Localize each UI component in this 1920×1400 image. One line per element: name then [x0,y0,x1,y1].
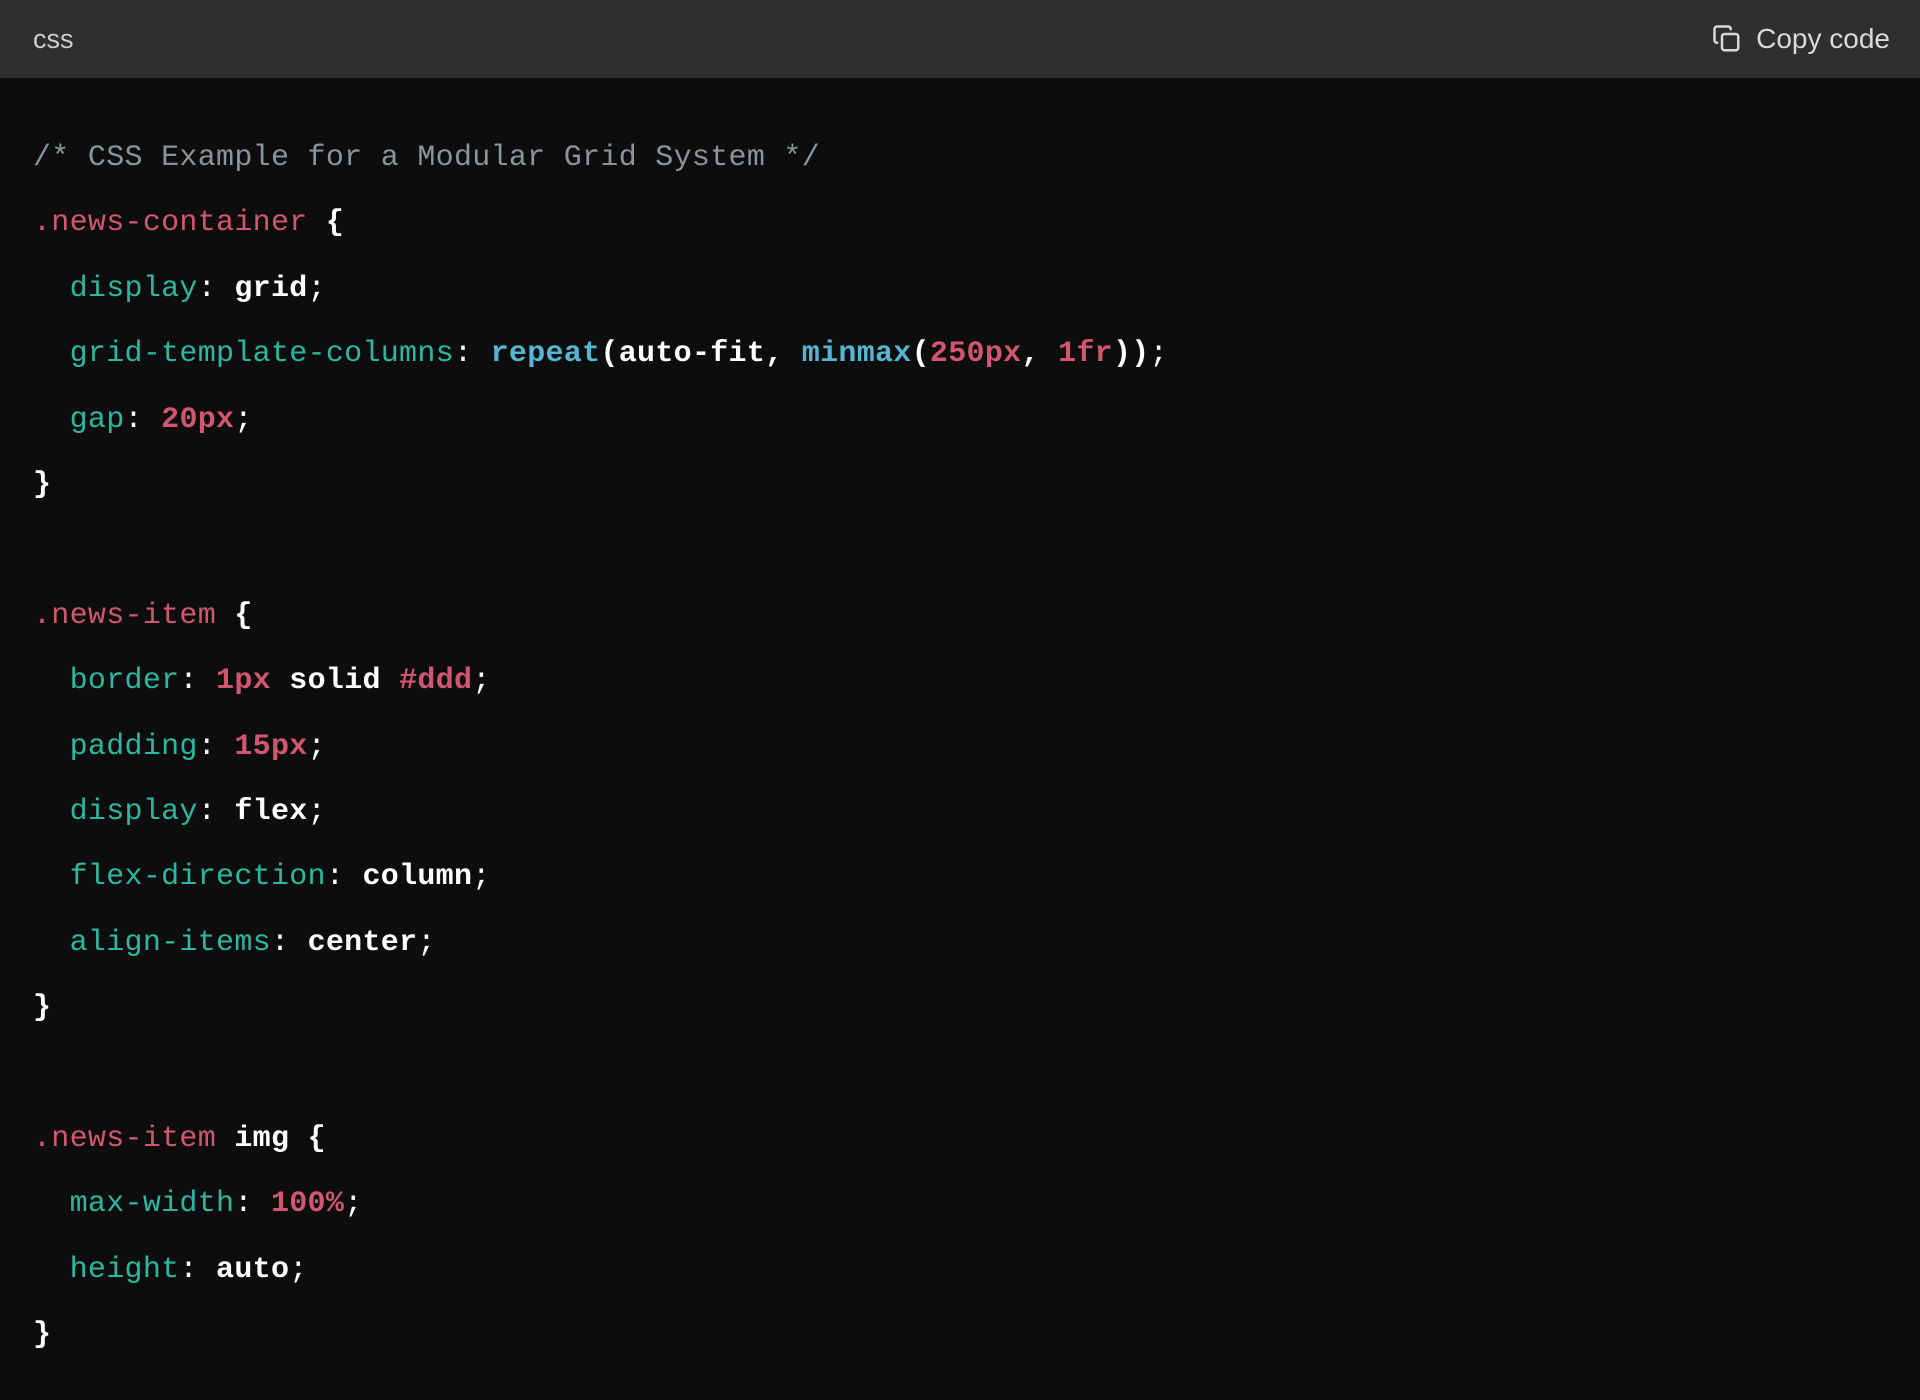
copy-code-button[interactable]: Copy code [1712,23,1890,55]
code-block-container: css Copy code /* CSS Example for a Modul… [0,0,1920,1400]
selector-news-item-img: .news-item [33,1122,216,1156]
selector-news-item: .news-item [33,599,216,633]
copy-icon [1712,24,1742,54]
code-comment: /* CSS Example for a Modular Grid System… [33,141,820,175]
copy-label: Copy code [1756,23,1890,55]
selector-news-container: .news-container [33,206,308,240]
code-header: css Copy code [0,0,1920,78]
language-label: css [33,24,74,55]
code-content[interactable]: /* CSS Example for a Modular Grid System… [0,78,1920,1400]
